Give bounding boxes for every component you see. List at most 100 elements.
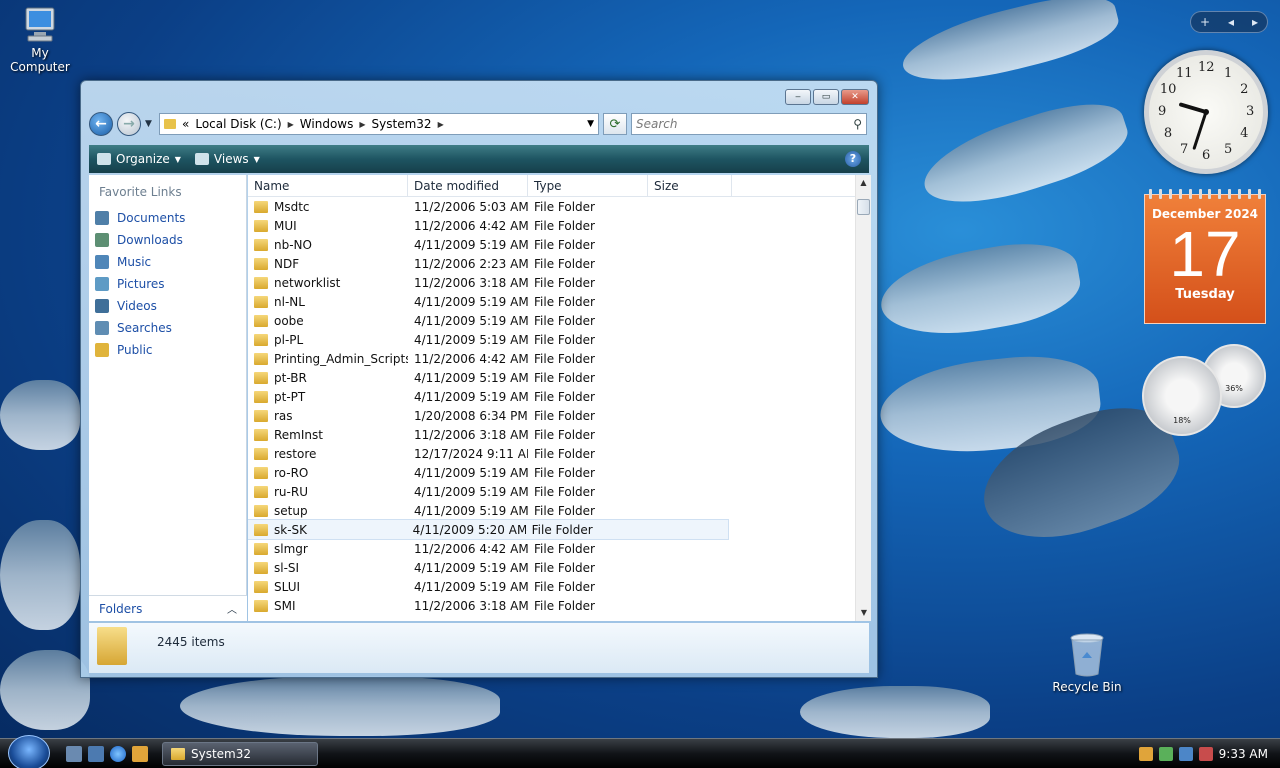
file-row[interactable]: slmgr 11/2/2006 4:42 AM File Folder bbox=[248, 539, 871, 558]
close-button[interactable]: ✕ bbox=[841, 89, 869, 105]
folder-icon bbox=[164, 119, 176, 129]
breadcrumb-system32[interactable]: System32 bbox=[372, 117, 432, 131]
file-row[interactable]: pt-BR 4/11/2009 5:19 AM File Folder bbox=[248, 368, 871, 387]
clock-numeral: 8 bbox=[1163, 126, 1173, 141]
breadcrumb-separator-icon[interactable]: ▶ bbox=[359, 120, 365, 129]
breadcrumb-separator-icon[interactable]: ▶ bbox=[288, 120, 294, 129]
network-icon[interactable] bbox=[1178, 747, 1193, 761]
type-cell: File Folder bbox=[534, 237, 595, 252]
file-row[interactable]: restore 12/17/2024 9:11 AM File Folder bbox=[248, 444, 871, 463]
type-cell: File Folder bbox=[534, 503, 595, 518]
file-list-pane: Name Date modified Type Size Msdtc 11/2/2… bbox=[248, 175, 871, 621]
folder-icon bbox=[254, 390, 268, 403]
address-overflow-chevron[interactable]: « bbox=[182, 117, 189, 131]
next-gadgets-button[interactable]: ▸ bbox=[1252, 15, 1258, 29]
file-name: pt-PT bbox=[274, 389, 306, 404]
search-icon[interactable]: ⚲ bbox=[853, 117, 862, 131]
file-row[interactable]: ras 1/20/2008 6:34 PM File Folder bbox=[248, 406, 871, 425]
file-row[interactable]: networklist 11/2/2006 3:18 AM File Folder bbox=[248, 273, 871, 292]
help-icon[interactable]: ? bbox=[845, 151, 861, 167]
address-history-dropdown[interactable]: ▼ bbox=[587, 119, 594, 129]
refresh-icon: ⟳ bbox=[609, 116, 621, 132]
media-player-icon[interactable] bbox=[132, 746, 148, 762]
file-row[interactable]: pt-PT 4/11/2009 5:19 AM File Folder bbox=[248, 387, 871, 406]
address-bar[interactable]: « Local Disk (C:) ▶ Windows ▶ System32 ▶… bbox=[159, 113, 599, 135]
recent-pages-dropdown[interactable]: ▼ bbox=[145, 119, 155, 129]
scroll-up-icon[interactable]: ▲ bbox=[856, 175, 871, 191]
calendar-gadget[interactable]: December 2024 17 Tuesday bbox=[1144, 189, 1266, 324]
folder-icon bbox=[254, 314, 268, 327]
file-row[interactable]: Printing_Admin_Scripts 11/2/2006 4:42 AM F… bbox=[248, 349, 871, 368]
breadcrumb-windows[interactable]: Windows bbox=[300, 117, 354, 131]
sidebar-item-public[interactable]: Public bbox=[95, 339, 246, 361]
file-row[interactable]: ru-RU 4/11/2009 5:19 AM File Folder bbox=[248, 482, 871, 501]
volume-muted-icon[interactable] bbox=[1198, 747, 1213, 761]
file-row[interactable]: Msdtc 11/2/2006 5:03 AM File Folder bbox=[248, 197, 871, 216]
file-name-cell: pl-PL bbox=[248, 333, 408, 347]
file-row[interactable]: ro-RO 4/11/2009 5:19 AM File Folder bbox=[248, 463, 871, 482]
refresh-button[interactable]: ⟳ bbox=[603, 113, 627, 135]
views-button[interactable]: Views ▼ bbox=[194, 152, 260, 166]
file-row[interactable]: SLUI 4/11/2009 5:19 AM File Folder bbox=[248, 577, 871, 596]
file-row[interactable]: NDF 11/2/2006 2:23 AM File Folder bbox=[248, 254, 871, 273]
file-row[interactable]: oobe 4/11/2009 5:19 AM File Folder bbox=[248, 311, 871, 330]
calendar-day: 17 bbox=[1169, 218, 1241, 290]
file-name: SMI bbox=[274, 598, 296, 613]
back-button[interactable]: ← bbox=[89, 112, 113, 136]
date-modified-cell: 4/11/2009 5:20 AM bbox=[412, 522, 526, 537]
file-row[interactable]: setup 4/11/2009 5:19 AM File Folder bbox=[248, 501, 871, 520]
column-header-date-modified[interactable]: Date modified bbox=[408, 175, 528, 196]
security-shield-icon[interactable] bbox=[1138, 747, 1153, 761]
type-cell: File Folder bbox=[534, 275, 595, 290]
scroll-down-icon[interactable]: ▼ bbox=[856, 605, 871, 621]
clock-gadget[interactable]: 12 1 2 3 4 5 6 7 8 9 10 11 bbox=[1144, 50, 1268, 174]
file-row[interactable]: RemInst 11/2/2006 3:18 AM File Folder bbox=[248, 425, 871, 444]
date-modified-cell: 11/2/2006 3:18 AM bbox=[414, 427, 528, 442]
add-gadget-button[interactable]: + bbox=[1200, 15, 1210, 29]
sidebar-item-label: Searches bbox=[117, 321, 172, 335]
views-icon bbox=[194, 153, 209, 165]
taskbar-button-system32[interactable]: System32 bbox=[162, 742, 318, 766]
start-button[interactable] bbox=[8, 735, 50, 768]
file-row[interactable]: pl-PL 4/11/2009 5:19 AM File Folder bbox=[248, 330, 871, 349]
show-desktop-icon[interactable] bbox=[66, 746, 82, 762]
switch-windows-icon[interactable] bbox=[88, 746, 104, 762]
search-input[interactable]: Search ⚲ bbox=[631, 113, 867, 135]
breadcrumb-separator-icon[interactable]: ▶ bbox=[438, 120, 444, 129]
file-row[interactable]: MUI 11/2/2006 4:42 AM File Folder bbox=[248, 216, 871, 235]
minimize-button[interactable]: ‒ bbox=[785, 89, 811, 105]
previous-gadgets-button[interactable]: ◂ bbox=[1228, 15, 1234, 29]
taskbar-clock[interactable]: 9:33 AM bbox=[1219, 747, 1268, 761]
file-name-cell: RemInst bbox=[248, 428, 408, 442]
maximize-button[interactable]: ▭ bbox=[813, 89, 839, 105]
scroll-thumb[interactable] bbox=[857, 199, 870, 215]
file-name-cell: pt-BR bbox=[248, 371, 408, 385]
folders-toggle[interactable]: Folders ︿ bbox=[89, 595, 247, 621]
my-computer-desktop-icon[interactable]: My Computer bbox=[0, 6, 80, 74]
sidebar-item-downloads[interactable]: Downloads bbox=[95, 229, 246, 251]
recycle-bin-desktop-icon[interactable]: Recycle Bin bbox=[1047, 632, 1127, 694]
sidebar-item-searches[interactable]: Searches bbox=[95, 317, 246, 339]
folder-icon bbox=[254, 504, 268, 517]
vertical-scrollbar[interactable]: ▲ ▼ bbox=[855, 175, 871, 621]
breadcrumb-local-disk[interactable]: Local Disk (C:) bbox=[195, 117, 281, 131]
sidebar-item-music[interactable]: Music bbox=[95, 251, 246, 273]
forward-button[interactable]: → bbox=[117, 112, 141, 136]
column-header-size[interactable]: Size bbox=[648, 175, 732, 196]
column-header-name[interactable]: Name bbox=[248, 175, 408, 196]
explorer-window: ‒ ▭ ✕ ← → ▼ « Local Disk (C:) ▶ Windows … bbox=[80, 80, 878, 678]
favorite-links-title: Favorite Links bbox=[99, 185, 182, 199]
sidebar-item-videos[interactable]: Videos bbox=[95, 295, 246, 317]
file-row[interactable]: nl-NL 4/11/2009 5:19 AM File Folder bbox=[248, 292, 871, 311]
internet-explorer-icon[interactable] bbox=[110, 746, 126, 762]
sidebar-item-pictures[interactable]: Pictures bbox=[95, 273, 246, 295]
safely-remove-icon[interactable] bbox=[1158, 747, 1173, 761]
date-modified-cell: 12/17/2024 9:11 AM bbox=[414, 446, 528, 461]
file-row[interactable]: sl-SI 4/11/2009 5:19 AM File Folder bbox=[248, 558, 871, 577]
sidebar-item-documents[interactable]: Documents bbox=[95, 207, 246, 229]
file-row[interactable]: nb-NO 4/11/2009 5:19 AM File Folder bbox=[248, 235, 871, 254]
organize-button[interactable]: Organize ▼ bbox=[97, 152, 181, 166]
file-row[interactable]: sk-SK 4/11/2009 5:20 AM File Folder bbox=[248, 519, 729, 540]
file-row[interactable]: SMI 11/2/2006 3:18 AM File Folder bbox=[248, 596, 871, 615]
column-header-type[interactable]: Type bbox=[528, 175, 648, 196]
